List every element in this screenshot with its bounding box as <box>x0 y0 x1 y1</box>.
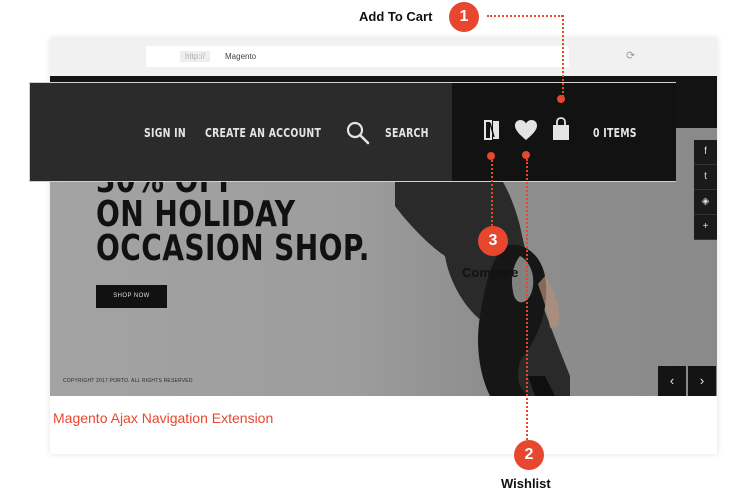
callout-badge-compare: 3 <box>478 226 508 256</box>
callout-leader-line <box>487 15 563 17</box>
extension-caption: Magento Ajax Navigation Extension <box>53 410 274 426</box>
callout-badge-wishlist: 2 <box>514 440 544 470</box>
compare-callout-label: Compare <box>462 265 519 280</box>
bag-icon[interactable] <box>552 117 570 141</box>
shop-now-button[interactable]: SHOP NOW <box>96 285 167 308</box>
slider-next-button[interactable]: › <box>688 366 716 396</box>
slider-prev-button[interactable]: ‹ <box>658 366 686 396</box>
callout-leader-line <box>491 160 493 226</box>
url-host: Magento <box>225 52 257 61</box>
add-to-cart-callout-label: Add To Cart <box>359 9 433 24</box>
callout-leader-line <box>526 159 528 440</box>
callout-dot-wishlist <box>522 151 530 159</box>
sign-in-link[interactable]: SIGN IN <box>144 126 186 140</box>
reload-icon[interactable]: ⟳ <box>626 49 635 62</box>
url-protocol: http:// <box>180 51 210 62</box>
facebook-icon[interactable]: f <box>694 140 717 165</box>
social-share-bar: f t ◈ + <box>694 140 717 240</box>
browser-toolbar: http:// Magento ⟳ <box>50 38 717 76</box>
callout-dot-add-to-cart <box>557 95 565 103</box>
heart-icon[interactable] <box>514 119 538 141</box>
hero-headline-line: OCCASION SHOP. <box>96 228 370 269</box>
plus-icon[interactable]: + <box>694 215 717 240</box>
site-header: SIGN IN CREATE AN ACCOUNT SEARCH 0 ITEMS <box>29 82 676 182</box>
cart-items-count[interactable]: 0 ITEMS <box>593 126 637 140</box>
search-link[interactable]: SEARCH <box>385 126 429 140</box>
hero-headline-line: ON HOLIDAY <box>96 194 296 235</box>
callout-badge-add-to-cart: 1 <box>449 2 479 32</box>
callout-leader-line <box>562 15 564 97</box>
copyright-text: COPYRIGHT 2017 PORTO. ALL RIGHTS RESERVE… <box>63 378 193 384</box>
callout-dot-compare <box>487 152 495 160</box>
compare-icon[interactable] <box>483 119 501 141</box>
twitter-icon[interactable]: t <box>694 165 717 190</box>
address-bar[interactable]: http:// Magento <box>146 46 569 67</box>
diamond-icon[interactable]: ◈ <box>694 190 717 215</box>
create-account-link[interactable]: CREATE AN ACCOUNT <box>205 126 321 140</box>
search-icon[interactable] <box>346 121 370 145</box>
